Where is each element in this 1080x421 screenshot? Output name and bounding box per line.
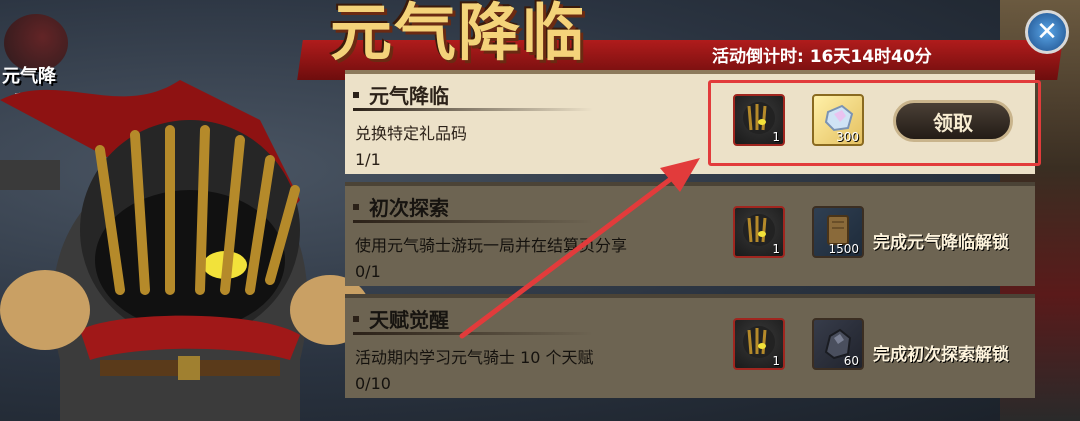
knight-character-art [0,80,370,421]
title-underline [353,108,593,111]
task-title: 初次探索 [369,196,449,220]
task-description: 使用元气骑士游玩一局并在结算页分享 [355,236,628,255]
close-icon: ✕ [1036,17,1058,47]
reward-qty: 60 [843,354,859,368]
unlock-condition: 完成元气降临解锁 [873,233,1009,253]
task-title: 天赋觉醒 [369,308,449,332]
task-row: 天赋觉醒 活动期内学习元气骑士 10 个天赋 0/10 1 60 完成初次探索解… [345,294,1035,398]
task-progress: 1/1 [355,150,381,169]
reward-item[interactable]: 1 [733,318,785,370]
reward-item[interactable]: 1 [733,206,785,258]
close-button[interactable]: ✕ [1025,10,1069,54]
bullet-icon [353,315,359,322]
bullet-icon [353,91,359,98]
event-title: 元气降临 [330,0,587,69]
event-countdown: 活动倒计时: 16天14时40分 [712,47,932,67]
task-description: 兑换特定礼品码 [355,124,468,143]
task-title: 元气降临 [369,84,449,108]
bullet-icon [353,203,359,210]
highlight-box [708,80,1041,166]
task-progress: 0/1 [355,262,381,281]
task-description: 活动期内学习元气骑士 10 个天赋 [355,348,594,367]
reward-item[interactable]: 1500 [812,206,864,258]
title-underline [353,220,593,223]
unlock-condition: 完成初次探索解锁 [873,345,1009,365]
reward-qty: 1 [772,354,780,368]
task-progress: 0/10 [355,374,391,393]
reward-item[interactable]: 60 [812,318,864,370]
title-underline [353,332,593,335]
reward-qty: 1500 [828,242,859,256]
task-row: 初次探索 使用元气骑士游玩一局并在结算页分享 0/1 1 1500 完成元气降临… [345,182,1035,286]
reward-qty: 1 [772,242,780,256]
